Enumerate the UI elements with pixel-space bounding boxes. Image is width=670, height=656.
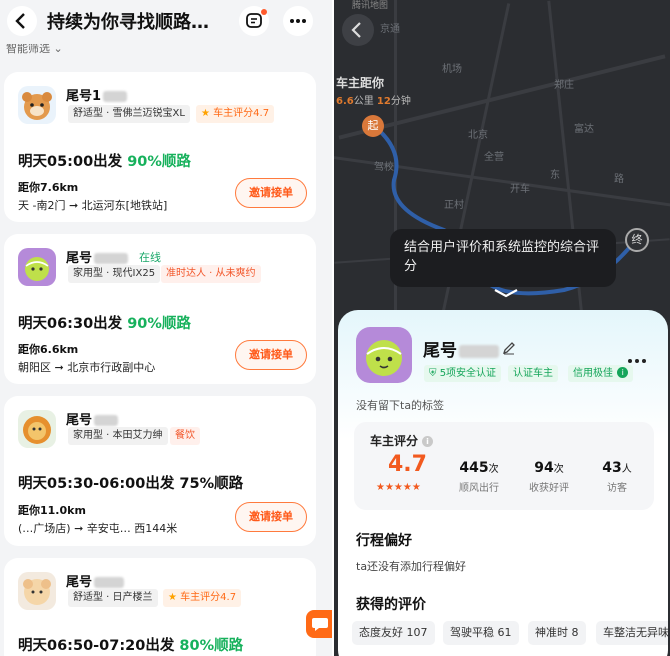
more-button[interactable] <box>628 348 649 367</box>
driver-card[interactable]: 尾号 舒适型 · 日产楼兰 ★ 车主评分4.7 明天06:50-07:20出发 … <box>4 558 316 656</box>
end-pin-icon: 终 <box>625 228 649 252</box>
driver-tail-number: 尾号 <box>66 571 125 590</box>
info-icon[interactable]: i <box>422 436 434 447</box>
driver-profile-screen: 京通 机场 郑庄 北京 全营 正村 东 富达 开车 农场 驾校 路 腾讯地图 车… <box>334 0 670 656</box>
distance: 距你7.6km <box>18 181 79 194</box>
back-button[interactable] <box>342 14 374 46</box>
driver-avatar <box>18 86 56 124</box>
invite-button[interactable]: 邀请接单 <box>235 340 307 370</box>
stat-trips: 445次 顺风出行 <box>459 460 499 494</box>
pref-text: ta还没有添加行程偏好 <box>356 560 467 573</box>
car-distance-title: 车主距你 <box>336 76 385 90</box>
driver-avatar <box>18 572 56 610</box>
stat-visitors: 43人 访客 <box>602 460 632 494</box>
car-model: 舒适型 · 雪佛兰迈锐宝XL <box>68 105 190 123</box>
verified-driver-badge: 认证车主 <box>508 365 558 382</box>
driver-card[interactable]: 尾号1 舒适型 · 雪佛兰迈锐宝XL ★ 车主评分4.7 明天05:00出发 9… <box>4 72 316 222</box>
driver-avatar <box>18 248 56 286</box>
top-bar: 持续为你寻找顺路… <box>0 0 332 44</box>
rating-score: 4.7 <box>388 452 427 477</box>
message-button[interactable] <box>239 6 269 36</box>
chat-bubble-icon <box>312 618 328 631</box>
food-tag: 餐饮 <box>170 427 200 445</box>
rating-stars: ★★★★★ <box>376 482 421 493</box>
rating-tooltip: 结合用户评价和系统监控的综合评分 <box>390 229 616 287</box>
back-arrow-icon <box>351 22 361 38</box>
safety-badge: ⛨ 5项安全认证 <box>424 365 502 382</box>
punctual-tag: 准时达人 · 从未爽约 <box>161 265 261 283</box>
driver-avatar <box>18 410 56 448</box>
edit-icon[interactable] <box>502 341 516 355</box>
page-title: 持续为你寻找顺路… <box>47 12 209 33</box>
credit-badge: 信用极佳 i <box>568 365 634 382</box>
route: 朝阳区 ➞ 北京市行政副中心 <box>18 361 156 374</box>
distance: 距你11.0km <box>18 504 86 517</box>
star-icon: ★ <box>168 592 177 603</box>
review-pill: 神准时 8 <box>528 621 586 645</box>
invite-button[interactable]: 邀请接单 <box>235 178 307 208</box>
more-button[interactable] <box>283 6 313 36</box>
info-icon: i <box>617 367 629 378</box>
shield-icon: ⛨ <box>429 368 437 379</box>
review-pill: 态度友好 107 <box>352 621 435 645</box>
match-rate: 90%顺路 <box>127 316 191 332</box>
review-title: 获得的评价 <box>356 597 426 613</box>
depart-time: 明天06:50-07:20出发 80%顺路 <box>18 638 244 654</box>
map-logo: 腾讯地图 <box>352 1 389 11</box>
pref-title: 行程偏好 <box>356 533 412 549</box>
driver-tail-number: 尾号1 <box>66 85 128 104</box>
customer-service-button[interactable] <box>306 610 332 638</box>
match-rate: 90%顺路 <box>127 154 191 170</box>
driver-card[interactable]: 尾号 在线 家用型 · 现代IX25 准时达人 · 从未爽约 明天06:30出发… <box>4 234 316 384</box>
driver-list-screen: 持续为你寻找顺路… 智能筛选 ⌄ 尾号1 舒适型 · 雪佛兰迈锐宝XL ★ 车主… <box>0 0 332 656</box>
route: (…广场店) ➞ 辛安屯… 西144米 <box>18 522 178 535</box>
profile-avatar <box>356 327 412 383</box>
driver-tail-number: 尾号 <box>66 247 129 266</box>
start-pin-icon: 起 <box>362 115 384 137</box>
rating-card: 车主评分 i 4.7 ★★★★★ 445次 顺风出行 94次 收获好评 43人 访客 <box>354 422 654 510</box>
driver-card[interactable]: 尾号 家用型 · 本田艾力绅 餐饮 明天05:30-06:00出发 75%顺路 … <box>4 396 316 546</box>
rating-tag: ★ 车主评分4.7 <box>196 105 275 123</box>
depart-time: 明天05:30-06:00出发 75%顺路 <box>18 476 244 492</box>
profile-name: 尾号 <box>423 336 499 361</box>
depart-time: 明天05:00出发 90%顺路 <box>18 154 191 170</box>
collapse-chevron-icon[interactable] <box>492 286 520 300</box>
route: 天 -南2门 ➞ 北运河东[地铁站] <box>18 199 168 212</box>
depart-time: 明天06:30出发 90%顺路 <box>18 316 191 332</box>
screenshot-root: 持续为你寻找顺路… 智能筛选 ⌄ 尾号1 舒适型 · 雪佛兰迈锐宝XL ★ 车主… <box>0 0 670 656</box>
star-icon: ★ <box>201 108 210 119</box>
stat-praise: 94次 收获好评 <box>529 460 569 494</box>
rating-tag: ★ 车主评分4.7 <box>163 589 242 607</box>
rating-title: 车主评分 i <box>370 432 434 449</box>
driver-tail-number: 尾号 <box>66 409 119 428</box>
unread-dot <box>261 9 267 15</box>
distance: 距你6.6km <box>18 343 79 356</box>
online-status: 在线 <box>139 251 161 264</box>
match-rate: 80%顺路 <box>179 638 244 654</box>
no-tag-text: 没有留下ta的标签 <box>356 399 445 412</box>
car-model: 家用型 · 本田艾力绅 <box>68 427 168 445</box>
car-model: 舒适型 · 日产楼兰 <box>68 589 158 607</box>
review-pill: 车整洁无异味 <box>596 621 668 645</box>
match-rate: 75%顺路 <box>179 476 244 492</box>
invite-button[interactable]: 邀请接单 <box>235 502 307 532</box>
profile-sheet: 尾号 ⛨ 5项安全认证 认证车主 信用极佳 i 没有留下ta的标签 车主评分 i … <box>338 310 668 656</box>
car-distance-value: 6.6公里 12分钟 <box>336 96 411 107</box>
car-model: 家用型 · 现代IX25 <box>68 265 161 283</box>
back-arrow-icon <box>15 13 25 29</box>
back-button[interactable] <box>7 6 37 36</box>
review-pill: 驾驶平稳 61 <box>443 621 519 645</box>
